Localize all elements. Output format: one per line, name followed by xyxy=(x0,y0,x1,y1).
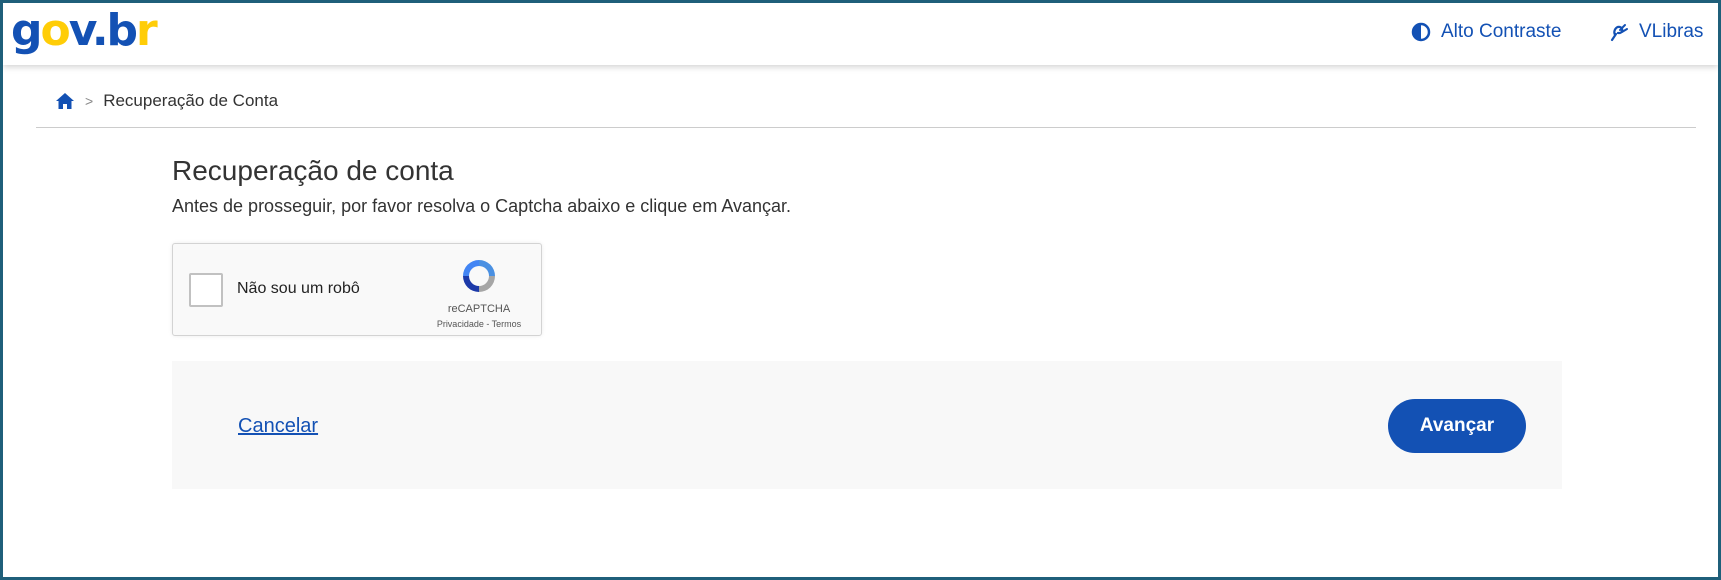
advance-button[interactable]: Avançar xyxy=(1388,399,1526,453)
recaptcha-label: Não sou um robô xyxy=(237,280,360,297)
cancel-link[interactable]: Cancelar xyxy=(238,415,318,438)
govbr-logo[interactable]: gov.br xyxy=(11,5,158,57)
breadcrumb: > Recuperação de Conta xyxy=(55,91,278,111)
page-subtitle: Antes de prosseguir, por favor resolva o… xyxy=(172,196,792,216)
recaptcha-widget: Não sou um robô reCAPTCHA Privacidade - … xyxy=(172,243,542,336)
divider xyxy=(36,127,1696,128)
recaptcha-checkbox[interactable] xyxy=(189,273,223,307)
action-panel: Cancelar Avançar xyxy=(172,361,1562,489)
recaptcha-icon xyxy=(463,260,495,292)
high-contrast-label: Alto Contraste xyxy=(1441,21,1562,42)
home-icon[interactable] xyxy=(55,92,75,110)
vlibras-label: VLibras xyxy=(1639,21,1704,42)
recaptcha-brand: reCAPTCHA xyxy=(447,303,511,315)
contrast-icon xyxy=(1411,22,1431,42)
sign-language-icon xyxy=(1610,24,1628,42)
recaptcha-links[interactable]: Privacidade - Termos xyxy=(431,319,527,329)
header: gov.br Alto Contraste VLibras xyxy=(3,3,1718,65)
high-contrast-button[interactable]: Alto Contraste xyxy=(1411,21,1561,43)
recaptcha-logo-area: reCAPTCHA Privacidade - Termos xyxy=(431,256,527,329)
breadcrumb-separator: > xyxy=(85,93,94,109)
page-frame: gov.br Alto Contraste VLibras > Recupera… xyxy=(0,0,1721,580)
vlibras-button[interactable]: VLibras xyxy=(1607,21,1703,43)
page-title: Recuperação de conta xyxy=(172,155,454,186)
breadcrumb-current: Recuperação de Conta xyxy=(103,91,279,110)
